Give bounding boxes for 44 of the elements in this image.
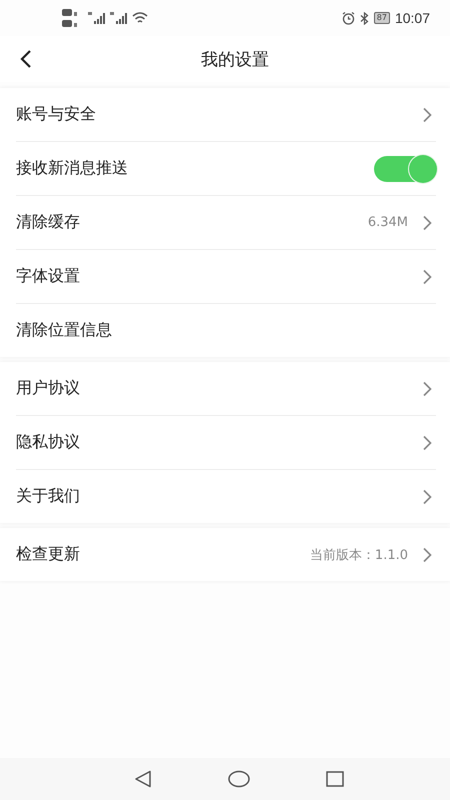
settings-row[interactable]: 字体设置 [16, 250, 436, 304]
clock-time: 10:07 [394, 10, 430, 26]
signal-icon [88, 12, 106, 24]
bluetooth-icon [360, 12, 369, 24]
triangle-icon [134, 770, 152, 788]
chevron-icon [422, 380, 432, 396]
settings-row[interactable]: 清除缓存 6.34M [16, 196, 436, 250]
settings-row[interactable]: 清除位置信息 [16, 304, 436, 357]
setting-label: 用户协议 [16, 378, 80, 399]
square-icon [326, 771, 344, 787]
settings-row[interactable]: 关于我们 [16, 470, 436, 523]
back-icon [20, 49, 32, 69]
settings-row[interactable]: 检查更新 当前版本：1.1.0 [16, 528, 436, 581]
settings-row[interactable]: 接收新消息推送 [16, 142, 436, 196]
setting-label: 隐私协议 [16, 432, 80, 453]
setting-label: 清除位置信息 [16, 320, 112, 341]
settings-row[interactable]: 用户协议 [16, 362, 436, 416]
home-nav-button[interactable] [228, 770, 250, 788]
setting-value: 6.34M [368, 215, 408, 230]
signal-icon [110, 12, 128, 24]
setting-label: 清除缓存 [16, 212, 80, 233]
page-title: 我的设置 [200, 48, 270, 70]
chevron-icon [422, 546, 432, 562]
settings-row[interactable]: 隐私协议 [16, 416, 436, 470]
alarm-icon [342, 12, 355, 24]
setting-label: 关于我们 [16, 486, 80, 507]
chevron-icon [422, 488, 432, 504]
chevron-icon [422, 434, 432, 450]
recents-nav-button[interactable] [326, 771, 344, 787]
settings-row[interactable]: 账号与安全 [16, 88, 436, 142]
chevron-icon [422, 214, 432, 230]
back-nav-button[interactable] [134, 770, 152, 788]
back-button[interactable] [20, 49, 32, 69]
toggle-switch[interactable] [374, 156, 436, 182]
setting-label: 检查更新 [16, 544, 80, 565]
setting-label: 接收新消息推送 [16, 158, 128, 179]
chevron-icon [422, 268, 432, 284]
chevron-icon [422, 106, 432, 122]
wifi-icon [132, 12, 148, 24]
circle-icon [228, 770, 250, 788]
battery-level: 87 [376, 13, 387, 23]
setting-label: 账号与安全 [16, 104, 96, 125]
setting-value: 当前版本：1.1.0 [310, 546, 408, 564]
setting-label: 字体设置 [16, 266, 80, 287]
